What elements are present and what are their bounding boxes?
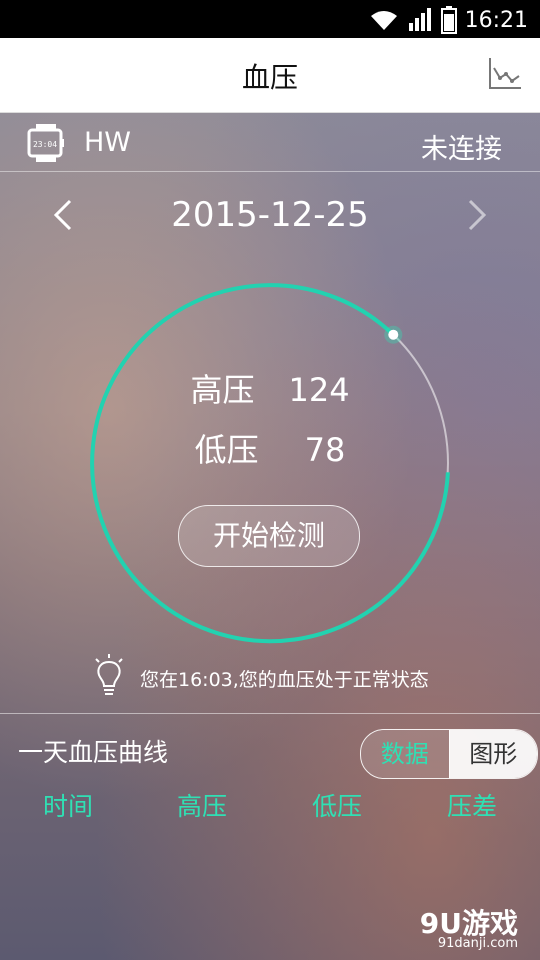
watermark: 9U游戏 91danji.com bbox=[392, 902, 532, 952]
status-time: 16:21 bbox=[464, 7, 528, 33]
status-icons: 16:21 bbox=[369, 6, 528, 34]
systolic-row: 高压 124 bbox=[0, 365, 540, 411]
lightbulb-icon bbox=[95, 654, 123, 695]
view-toggle: 数据 图形 bbox=[360, 729, 538, 779]
column-systolic: 高压 bbox=[176, 792, 227, 821]
diastolic-label: 低压 bbox=[194, 431, 259, 469]
main-panel: 23:04 HW 未连接 2015-12-25 高压 124 低压 78 开始检测 bbox=[0, 113, 540, 960]
systolic-value: 124 bbox=[288, 371, 350, 409]
table-header: 时间 高压 低压 压差 bbox=[0, 787, 540, 827]
diastolic-value: 78 bbox=[304, 431, 346, 469]
daily-curve-title: 一天血压曲线 bbox=[18, 738, 169, 767]
battery-icon bbox=[440, 6, 457, 34]
connection-status[interactable]: 未连接 bbox=[421, 127, 502, 166]
column-diastolic: 低压 bbox=[311, 792, 362, 821]
line-chart-icon[interactable] bbox=[488, 56, 522, 90]
toggle-data[interactable]: 数据 bbox=[361, 730, 449, 778]
date-selector: 2015-12-25 bbox=[0, 183, 540, 253]
title-bar: 血压 bbox=[0, 38, 540, 113]
toggle-graph[interactable]: 图形 bbox=[448, 730, 537, 778]
divider bbox=[0, 713, 540, 714]
current-date: 2015-12-25 bbox=[171, 195, 369, 235]
watch-icon: 23:04 bbox=[27, 124, 64, 162]
watermark-site: 91danji.com bbox=[437, 936, 518, 951]
diastolic-row: 低压 78 bbox=[0, 425, 540, 471]
page-title: 血压 bbox=[241, 61, 298, 94]
column-time: 时间 bbox=[42, 792, 93, 821]
svg-text:23:04: 23:04 bbox=[33, 140, 57, 149]
status-bar: 16:21 bbox=[0, 0, 540, 38]
start-measure-button[interactable]: 开始检测 bbox=[178, 505, 360, 567]
device-bar[interactable]: 23:04 HW 未连接 bbox=[0, 113, 540, 172]
device-name: HW bbox=[84, 127, 131, 158]
signal-icon bbox=[408, 8, 431, 31]
column-difference: 压差 bbox=[446, 792, 497, 821]
wifi-icon bbox=[370, 11, 397, 30]
tip-text: 您在16:03,您的血压处于正常状态 bbox=[140, 669, 429, 691]
systolic-label: 高压 bbox=[190, 371, 255, 409]
chevron-right-icon[interactable] bbox=[462, 197, 492, 233]
status-tip: 您在16:03,您的血压处于正常状态 bbox=[0, 648, 540, 708]
